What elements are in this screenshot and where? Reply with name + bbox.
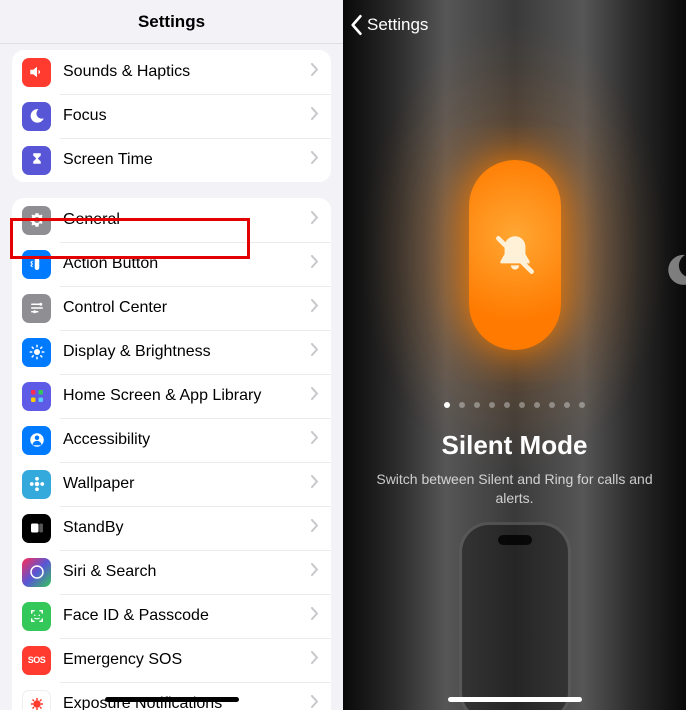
settings-row-label: Action Button [63, 255, 311, 273]
sliders-icon [22, 294, 51, 323]
settings-row-label: Sounds & Haptics [63, 63, 311, 81]
chevron-right-icon [311, 151, 319, 169]
page-dot[interactable] [534, 402, 540, 408]
chevron-right-icon [311, 519, 319, 537]
page-dot[interactable] [564, 402, 570, 408]
settings-row-label: Screen Time [63, 151, 311, 169]
settings-row-label: Control Center [63, 299, 311, 317]
settings-row-sounds[interactable]: Sounds & Haptics [12, 50, 331, 94]
page-indicator[interactable] [343, 402, 686, 408]
siri-icon [22, 558, 51, 587]
page-dot[interactable] [579, 402, 585, 408]
settings-row-action[interactable]: Action Button [12, 242, 331, 286]
chevron-right-icon [311, 607, 319, 625]
gear-icon [22, 206, 51, 235]
chevron-right-icon [311, 299, 319, 317]
settings-row-label: Wallpaper [63, 475, 311, 493]
settings-title: Settings [138, 12, 205, 32]
settings-row-display[interactable]: Display & Brightness [12, 330, 331, 374]
chevron-right-icon [311, 475, 319, 493]
page-dot[interactable] [519, 402, 525, 408]
settings-row-label: Siri & Search [63, 563, 311, 581]
settings-row-faceid[interactable]: Face ID & Passcode [12, 594, 331, 638]
moon-icon [22, 102, 51, 131]
home-indicator[interactable] [105, 697, 239, 702]
virus-icon [22, 690, 51, 710]
page-dot[interactable] [489, 402, 495, 408]
settings-pane: Settings Sounds & Haptics Focus Screen Tim… [0, 0, 343, 710]
settings-group: General Action Button Control Center Displa… [12, 198, 331, 710]
chevron-right-icon [311, 343, 319, 361]
settings-row-label: Emergency SOS [63, 651, 311, 669]
settings-list[interactable]: Sounds & Haptics Focus Screen Time General A… [0, 44, 343, 710]
settings-row-standby[interactable]: StandBy [12, 506, 331, 550]
settings-row-focus[interactable]: Focus [12, 94, 331, 138]
settings-row-siri[interactable]: Siri & Search [12, 550, 331, 594]
moon-icon [664, 252, 686, 288]
back-label: Settings [367, 15, 428, 35]
flower-icon [22, 470, 51, 499]
settings-row-label: General [63, 211, 311, 229]
faceid-icon [22, 602, 51, 631]
page-dot[interactable] [474, 402, 480, 408]
grid-icon [22, 382, 51, 411]
settings-group: Sounds & Haptics Focus Screen Time [12, 50, 331, 182]
back-button[interactable]: Settings [349, 14, 428, 36]
page-dot[interactable] [459, 402, 465, 408]
settings-row-label: Accessibility [63, 431, 311, 449]
hourglass-icon [22, 146, 51, 175]
chevron-right-icon [311, 387, 319, 405]
settings-row-screent[interactable]: Screen Time [12, 138, 331, 182]
settings-row-label: Face ID & Passcode [63, 607, 311, 625]
settings-row-general[interactable]: General [12, 198, 331, 242]
standby-icon [22, 514, 51, 543]
chevron-right-icon [311, 651, 319, 669]
settings-row-label: Display & Brightness [63, 343, 311, 361]
chevron-right-icon [311, 107, 319, 125]
chevron-right-icon [311, 255, 319, 273]
chevron-right-icon [311, 695, 319, 710]
action-button-visual[interactable] [469, 160, 561, 350]
home-indicator[interactable] [448, 697, 582, 702]
page-dot[interactable] [444, 402, 450, 408]
mode-title: Silent Mode [343, 430, 686, 461]
settings-row-wall[interactable]: Wallpaper [12, 462, 331, 506]
sos-icon: SOS [22, 646, 51, 675]
chevron-right-icon [311, 211, 319, 229]
mode-description: Switch between Silent and Ring for calls… [371, 470, 658, 508]
settings-row-expose[interactable]: Exposure Notifications [12, 682, 331, 710]
action-button-pane: Settings Silent Mode Switch between Sile… [343, 0, 686, 710]
person-icon [22, 426, 51, 455]
detail-header: Settings [343, 0, 686, 50]
page-dot[interactable] [504, 402, 510, 408]
settings-row-label: Focus [63, 107, 311, 125]
settings-row-access[interactable]: Accessibility [12, 418, 331, 462]
action-icon [22, 250, 51, 279]
speaker-icon [22, 58, 51, 87]
settings-row-control[interactable]: Control Center [12, 286, 331, 330]
page-dot[interactable] [549, 402, 555, 408]
chevron-right-icon [311, 63, 319, 81]
chevron-right-icon [311, 563, 319, 581]
settings-header: Settings [0, 0, 343, 44]
sun-icon [22, 338, 51, 367]
bell-slash-icon [490, 230, 540, 280]
settings-row-label: Home Screen & App Library [63, 387, 311, 405]
chevron-left-icon [349, 14, 363, 36]
phone-frame-visual [459, 522, 571, 710]
settings-row-sos[interactable]: SOS Emergency SOS [12, 638, 331, 682]
chevron-right-icon [311, 431, 319, 449]
settings-row-label: StandBy [63, 519, 311, 537]
next-mode-preview[interactable] [664, 252, 686, 288]
settings-row-home[interactable]: Home Screen & App Library [12, 374, 331, 418]
